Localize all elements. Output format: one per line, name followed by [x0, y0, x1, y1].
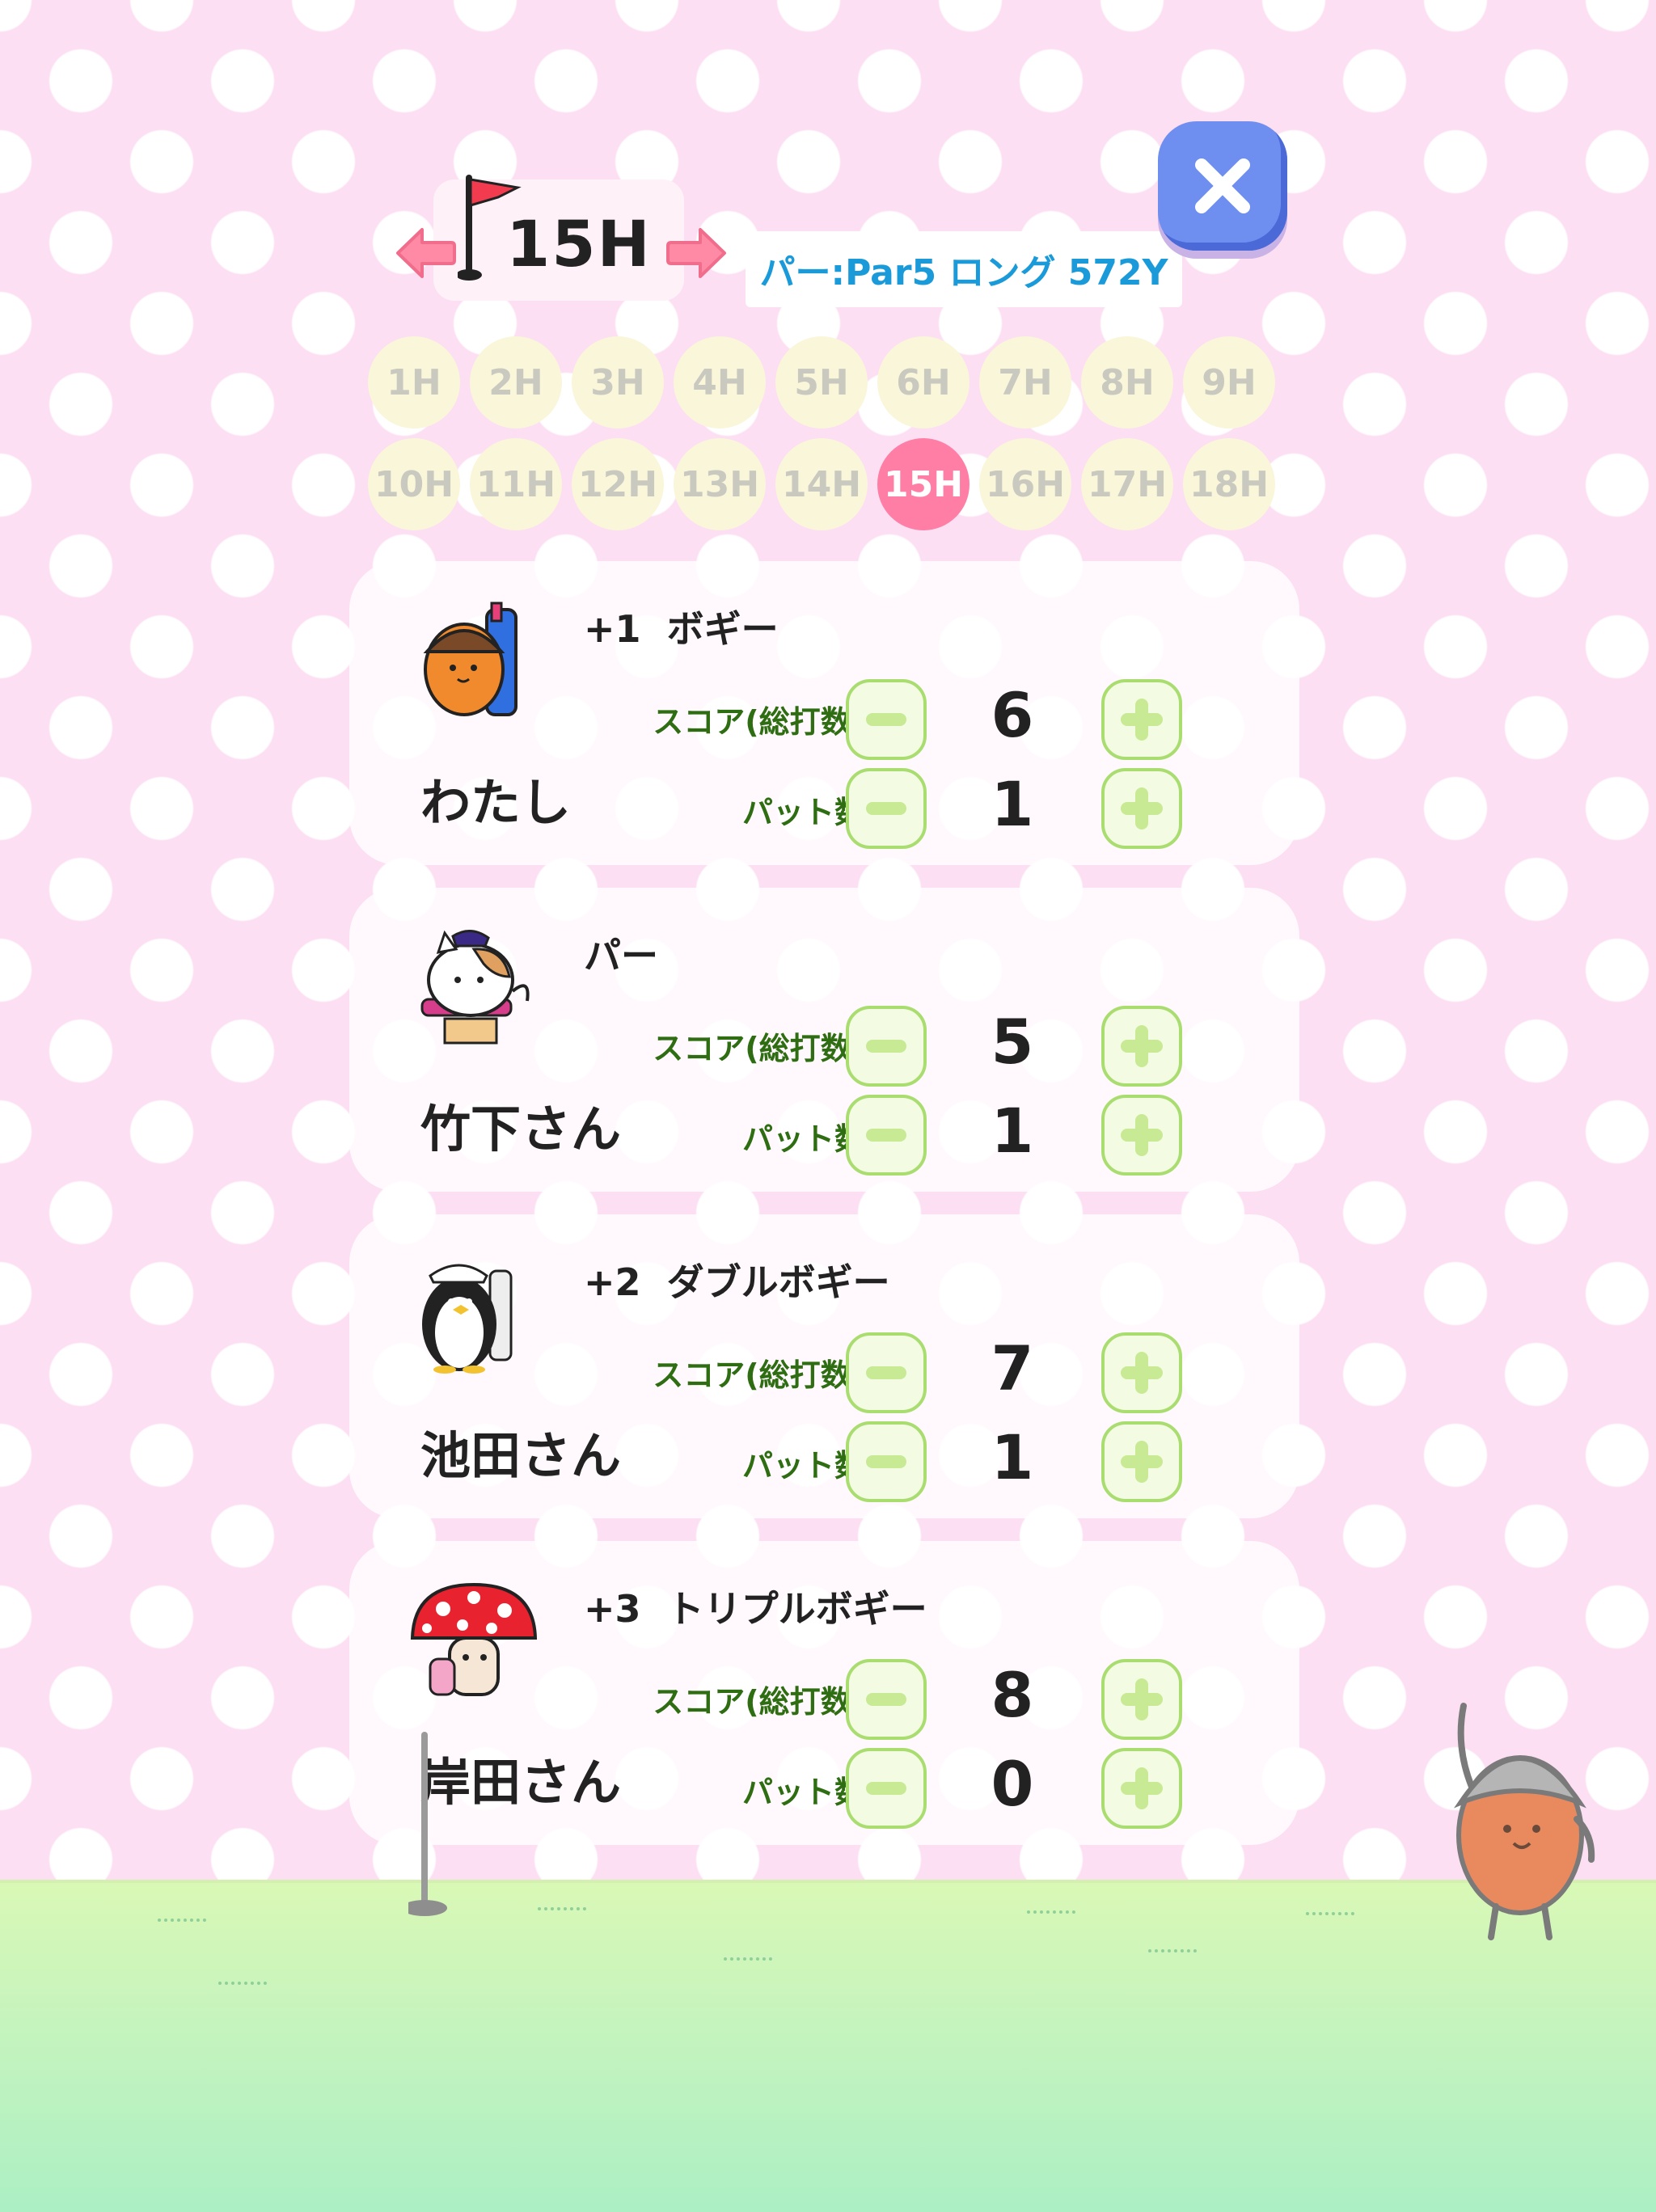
hole-chip-9[interactable]: 9H	[1183, 336, 1275, 428]
score-plus-button[interactable]	[1101, 679, 1182, 760]
grass-tuft	[538, 1907, 586, 1915]
plus-icon	[1121, 787, 1163, 830]
player-card: 竹下さん パー スコア(総打数) パット数 5 1	[349, 888, 1299, 1192]
hole-chip-10[interactable]: 10H	[368, 438, 460, 530]
arrow-left-icon[interactable]	[395, 225, 456, 281]
plus-icon	[1121, 1678, 1163, 1720]
putts-label: パット数	[741, 795, 865, 830]
arrow-right-icon[interactable]	[666, 225, 728, 281]
scorecard-screen: 15H パー:Par5 ロング 572Y 1H 2H 3H 4H 5H 6H 7…	[0, 0, 1656, 2212]
score-minus-button[interactable]	[846, 1006, 927, 1087]
pin-icon	[402, 1732, 457, 1918]
player-name: 池田さん	[420, 1426, 622, 1485]
putts-plus-button[interactable]	[1101, 1421, 1182, 1502]
plus-icon	[1121, 1025, 1163, 1067]
par-info: パー:Par5 ロング 572Y	[746, 231, 1182, 307]
score-plus-button[interactable]	[1101, 1659, 1182, 1740]
score-label: スコア(総打数)	[653, 1684, 865, 1720]
hole-chip-12[interactable]: 12H	[572, 438, 664, 530]
score-minus-button[interactable]	[846, 1332, 927, 1413]
minus-icon	[866, 1455, 906, 1468]
putts-minus-button[interactable]	[846, 1421, 927, 1502]
hole-chip-11[interactable]: 11H	[470, 438, 562, 530]
score-label: スコア(総打数)	[653, 1357, 865, 1393]
hole-chip-6[interactable]: 6H	[877, 336, 970, 428]
grass-ground	[0, 1880, 1656, 2212]
close-button[interactable]	[1158, 121, 1287, 251]
putts-minus-button[interactable]	[846, 1748, 927, 1829]
player-name: 竹下さん	[420, 1100, 622, 1159]
hole-chip-14[interactable]: 14H	[775, 438, 868, 530]
grass-tuft	[158, 1919, 206, 1927]
hole-chip-8[interactable]: 8H	[1081, 336, 1173, 428]
minus-icon	[866, 713, 906, 726]
hole-title: 15H	[506, 209, 652, 281]
score-result: +1 ボギー	[584, 607, 779, 651]
putts-value: 0	[991, 1748, 1034, 1820]
score-minus-button[interactable]	[846, 679, 927, 760]
nut-caddie-avatar	[406, 602, 543, 723]
hole-chip-3[interactable]: 3H	[572, 336, 664, 428]
hole-chip-16[interactable]: 16H	[979, 438, 1071, 530]
putts-label: パット数	[741, 1121, 865, 1157]
grass-tuft	[1027, 1910, 1075, 1919]
score-result: パー	[584, 934, 658, 977]
plus-icon	[1121, 1441, 1163, 1483]
putts-plus-button[interactable]	[1101, 1748, 1182, 1829]
score-minus-button[interactable]	[846, 1659, 927, 1740]
hole-navigator: 15H	[395, 170, 734, 301]
acorn-mascot-icon	[1431, 1698, 1601, 1940]
minus-icon	[866, 1782, 906, 1795]
putts-label: パット数	[741, 1775, 865, 1810]
player-card: 池田さん +2 ダブルボギー スコア(総打数) パット数 7 1	[349, 1214, 1299, 1518]
player-card: わたし +1 ボギー スコア(総打数) パット数 6 1	[349, 561, 1299, 865]
plus-icon	[1121, 1114, 1163, 1156]
putts-minus-button[interactable]	[846, 768, 927, 849]
score-label: スコア(総打数)	[653, 1031, 865, 1066]
mushroom-golfer-avatar	[406, 1581, 543, 1703]
player-name: わたし	[420, 773, 572, 832]
plus-icon	[1121, 1767, 1163, 1809]
hole-chip-15-selected[interactable]: 15H	[877, 438, 970, 530]
minus-icon	[866, 1366, 906, 1379]
putts-plus-button[interactable]	[1101, 1095, 1182, 1176]
score-result: +2 ダブルボギー	[584, 1260, 890, 1304]
putts-value: 1	[991, 768, 1034, 840]
score-value: 5	[991, 1006, 1034, 1078]
hole-chip-7[interactable]: 7H	[979, 336, 1071, 428]
hole-chip-13[interactable]: 13H	[674, 438, 766, 530]
hole-chip-5[interactable]: 5H	[775, 336, 868, 428]
putts-value: 1	[991, 1095, 1034, 1167]
minus-icon	[866, 802, 906, 815]
cat-golfer-avatar	[406, 928, 543, 1049]
putts-plus-button[interactable]	[1101, 768, 1182, 849]
minus-icon	[866, 1129, 906, 1142]
plus-icon	[1121, 1352, 1163, 1394]
grass-tuft	[1306, 1912, 1354, 1920]
score-plus-button[interactable]	[1101, 1006, 1182, 1087]
score-value: 6	[991, 679, 1034, 751]
putts-label: パット数	[741, 1448, 865, 1484]
player-card: 岸田さん +3 トリプルボギー スコア(総打数) パット数 8 0	[349, 1541, 1299, 1845]
grass-tuft	[1148, 1949, 1197, 1957]
grass-tuft	[218, 1982, 267, 1990]
score-value: 8	[991, 1659, 1034, 1731]
hole-chip-18[interactable]: 18H	[1183, 438, 1275, 530]
hole-chip-1[interactable]: 1H	[368, 336, 460, 428]
hole-chip-4[interactable]: 4H	[674, 336, 766, 428]
score-value: 7	[991, 1332, 1034, 1404]
hole-chip-17[interactable]: 17H	[1081, 438, 1173, 530]
close-icon	[1195, 158, 1250, 213]
score-result: +3 トリプルボギー	[584, 1587, 927, 1631]
putts-value: 1	[991, 1421, 1034, 1493]
penguin-golfer-avatar	[406, 1255, 543, 1376]
putts-minus-button[interactable]	[846, 1095, 927, 1176]
plus-icon	[1121, 699, 1163, 741]
grass-tuft	[724, 1957, 772, 1965]
minus-icon	[866, 1693, 906, 1706]
minus-icon	[866, 1040, 906, 1053]
score-label: スコア(総打数)	[653, 704, 865, 740]
score-plus-button[interactable]	[1101, 1332, 1182, 1413]
hole-chip-2[interactable]: 2H	[470, 336, 562, 428]
